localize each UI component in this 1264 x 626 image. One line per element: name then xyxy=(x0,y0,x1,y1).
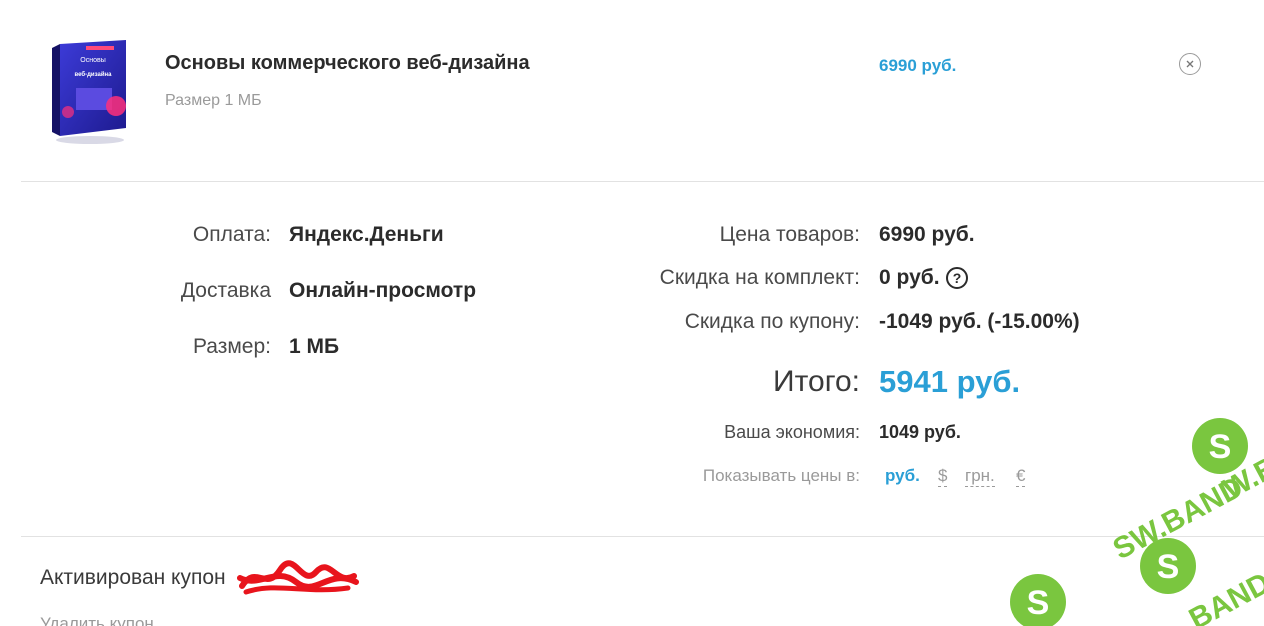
delivery-value: Онлайн-просмотр xyxy=(289,279,477,302)
delivery-label: Доставка xyxy=(180,279,271,302)
goods-price-value: 6990 руб. xyxy=(879,223,975,246)
coupon-activated-label: Активирован купон xyxy=(40,566,226,589)
currency-label: Показывать цены в: xyxy=(702,466,860,485)
svg-text:Основы: Основы xyxy=(80,57,105,64)
size-value: 1 МБ xyxy=(289,335,340,358)
svg-text:веб-дизайна: веб-дизайна xyxy=(75,71,113,78)
checkout-page: Основы веб-дизайна Основы коммерческого … xyxy=(0,0,1264,626)
watermark-logo: S SW.BAND S S BAND W.B xyxy=(1010,418,1264,626)
bundle-discount-value: 0 руб. xyxy=(879,266,940,289)
svg-text:BAND: BAND xyxy=(1184,566,1264,626)
redaction-scribble xyxy=(237,560,359,595)
remove-coupon-link[interactable]: Удалить купон xyxy=(40,614,154,626)
savings-label: Ваша экономия: xyxy=(724,422,860,442)
size-label: Размер: xyxy=(192,335,271,358)
coupon-discount-value: -1049 руб. (-15.00%) xyxy=(879,310,1080,333)
goods-price-label: Цена товаров: xyxy=(719,223,860,246)
svg-text:S: S xyxy=(1209,428,1232,466)
product-price: 6990 руб. xyxy=(879,56,957,75)
svg-text:S: S xyxy=(1027,584,1050,622)
payment-value: Яндекс.Деньги xyxy=(289,223,444,246)
product-title[interactable]: Основы коммерческого веб-дизайна xyxy=(165,52,530,75)
question-circle-icon[interactable]: ? xyxy=(946,267,968,289)
currency-option-uah[interactable]: грн. xyxy=(965,466,995,487)
bundle-discount-label: Скидка на комплект: xyxy=(659,266,860,289)
total-value: 5941 руб. xyxy=(879,364,1021,399)
product-size: Размер 1 МБ xyxy=(165,92,262,109)
remove-item-button[interactable] xyxy=(1179,53,1201,75)
cart-item: Основы веб-дизайна Основы коммерческого … xyxy=(0,0,1264,182)
currency-option-rub[interactable]: руб. xyxy=(885,466,920,486)
currency-option-usd[interactable]: $ xyxy=(938,466,948,487)
coupon-discount-label: Скидка по купону: xyxy=(684,310,860,333)
divider xyxy=(21,181,1264,182)
product-cover-image: Основы веб-дизайна xyxy=(52,40,126,144)
payment-label: Оплата: xyxy=(192,223,271,246)
svg-text:S: S xyxy=(1157,548,1180,586)
total-label: Итого: xyxy=(773,365,860,398)
close-icon xyxy=(1186,60,1194,68)
savings-value: 1049 руб. xyxy=(879,422,961,442)
